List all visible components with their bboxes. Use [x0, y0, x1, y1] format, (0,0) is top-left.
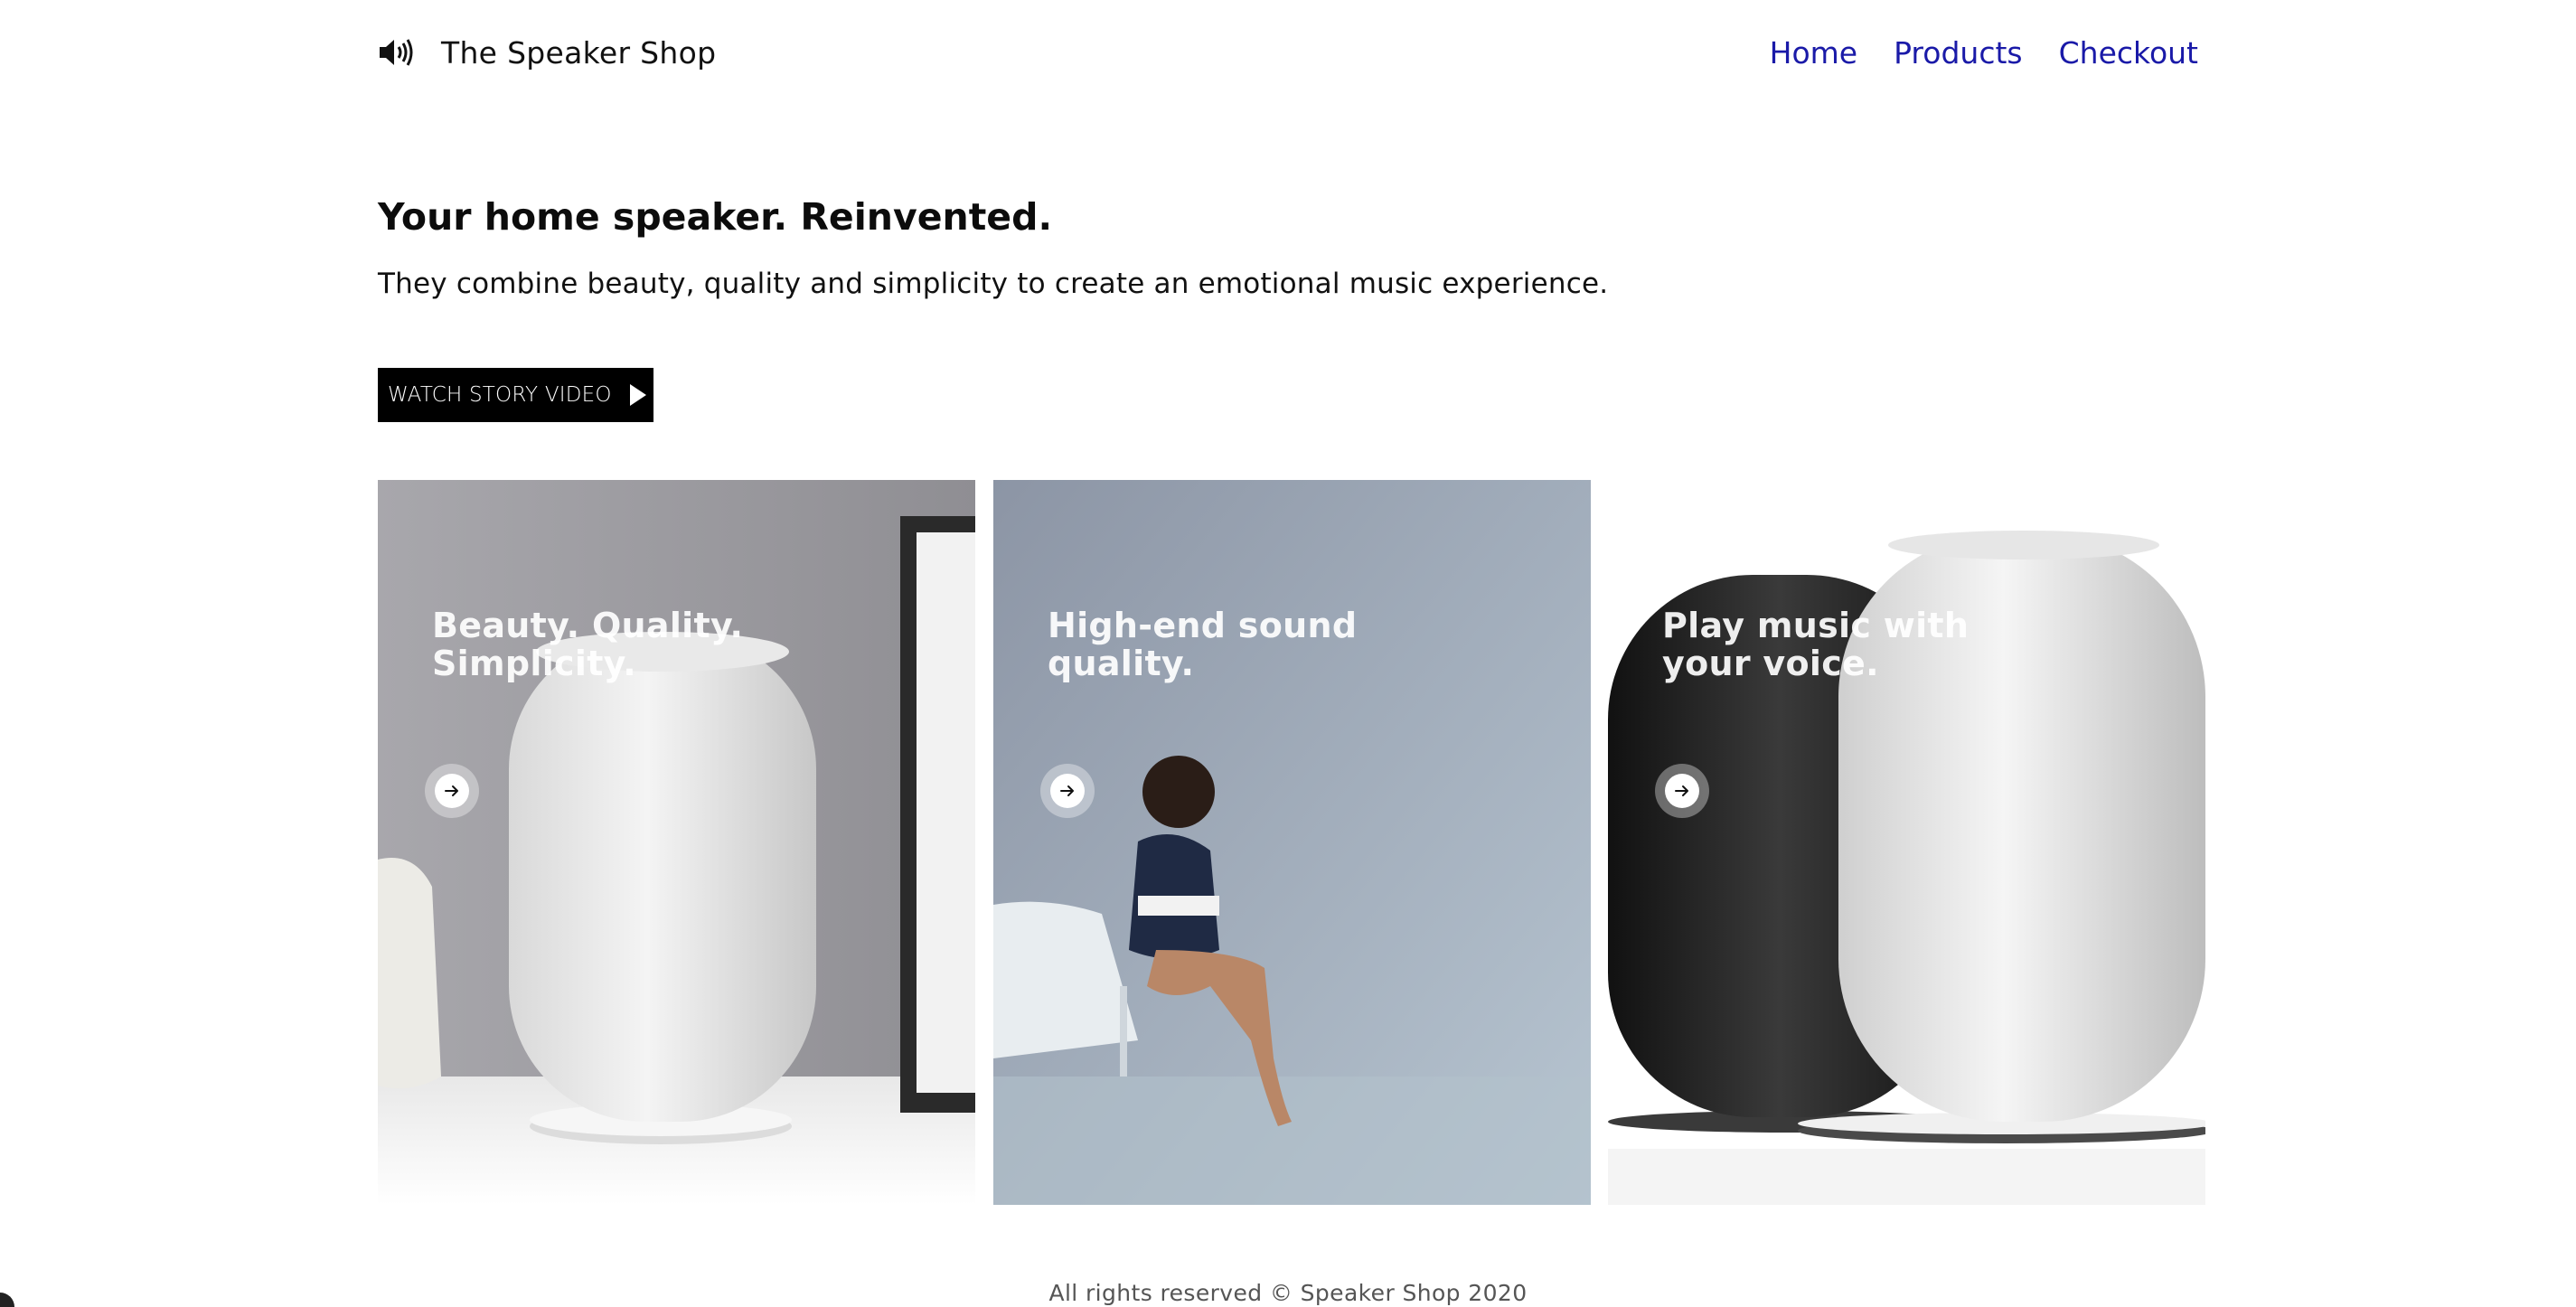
arrow-right-icon [1675, 785, 1688, 796]
card-arrow-button[interactable] [425, 764, 479, 818]
card-title: Play music with your voice. [1662, 606, 1970, 683]
brand[interactable]: The Speaker Shop [378, 35, 716, 71]
woman-listening-image [993, 480, 1591, 1205]
site-header: The Speaker Shop Home Products Checkout [378, 31, 2198, 74]
watch-story-video-button[interactable]: WATCH STORY VIDEO [378, 368, 653, 422]
brand-name: The Speaker Shop [441, 34, 717, 71]
nav-products-link[interactable]: Products [1894, 35, 2023, 71]
main-nav: Home Products Checkout [1770, 35, 2198, 71]
card-arrow-button[interactable] [1040, 764, 1095, 818]
play-icon [629, 384, 646, 406]
speaker-icon [378, 37, 414, 68]
arrow-right-icon [1060, 785, 1074, 796]
card-arrow-button[interactable] [1655, 764, 1709, 818]
nav-home-link[interactable]: Home [1770, 35, 1857, 71]
card-title: High-end sound quality. [1048, 606, 1358, 683]
footer: All rights reserved © Speaker Shop 2020 [1048, 1280, 1528, 1306]
feature-card-voice[interactable]: Play music with your voice. [1608, 480, 2205, 1205]
hero-subtitle: They combine beauty, quality and simplic… [378, 268, 1609, 300]
page: The Speaker Shop Home Products Checkout … [0, 0, 2576, 1307]
feature-card-sound[interactable]: High-end sound quality. [993, 480, 1591, 1205]
arrow-right-icon [445, 785, 458, 796]
hero-title: Your home speaker. Reinvented. [378, 195, 1053, 239]
watch-story-video-label: WATCH STORY VIDEO [388, 383, 612, 407]
two-speakers-image [1608, 480, 2205, 1205]
white-speaker-image [378, 480, 975, 1205]
nav-checkout-link[interactable]: Checkout [2059, 35, 2198, 71]
feature-card-beauty[interactable]: Beauty. Quality. Simplicity. [378, 480, 975, 1205]
card-title: Beauty. Quality. Simplicity. [432, 606, 744, 683]
